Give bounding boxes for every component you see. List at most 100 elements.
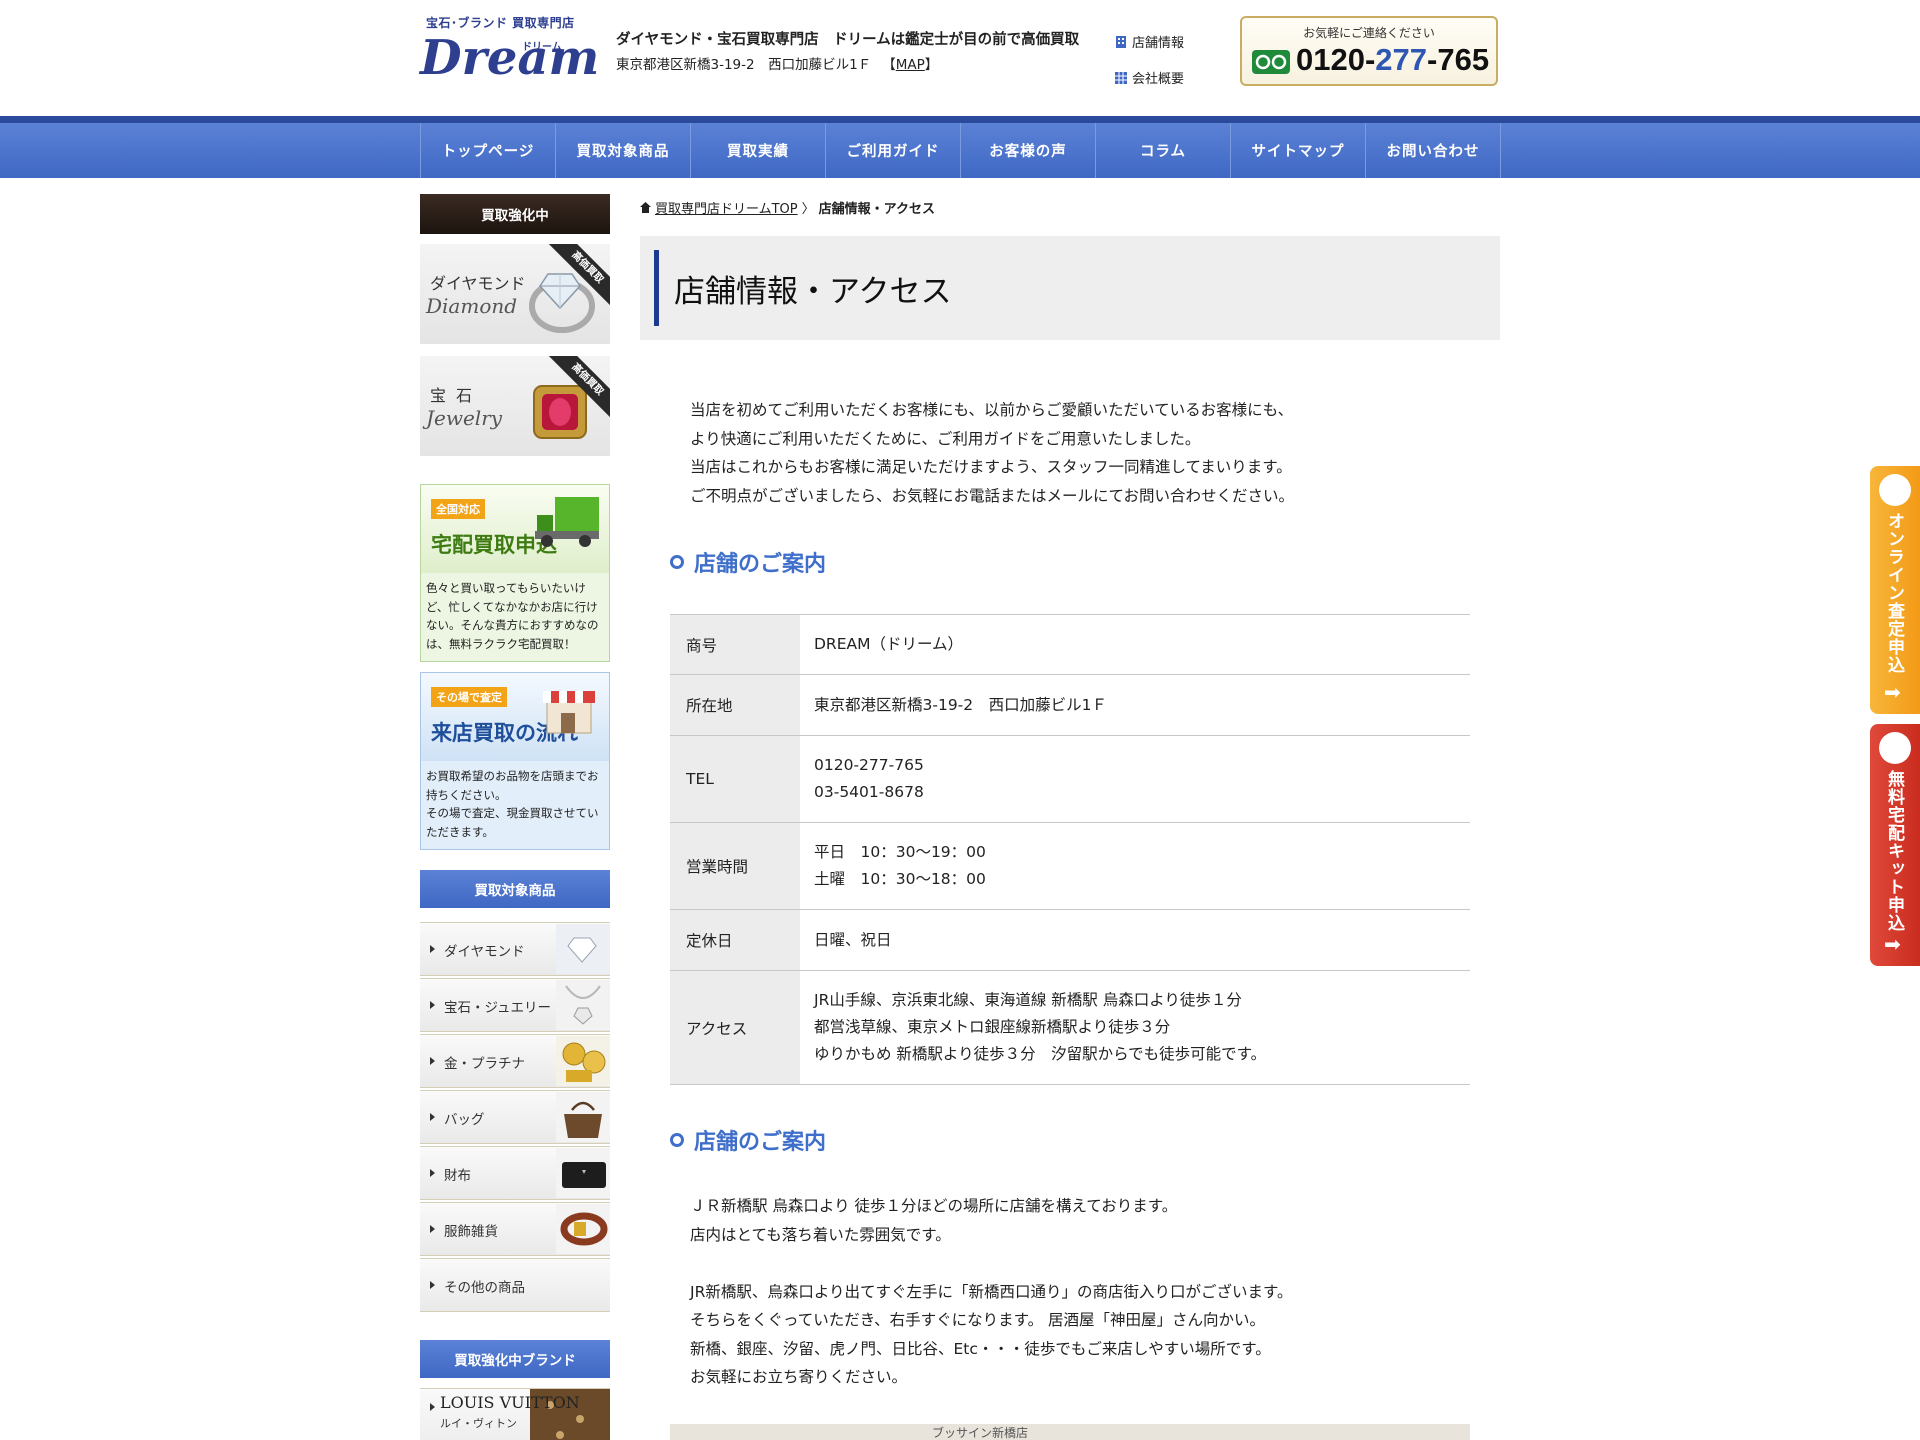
- nav-item-results[interactable]: 買取実績: [691, 123, 826, 178]
- category-accessories[interactable]: 服飾雑貨: [420, 1202, 610, 1256]
- row-label-closed: 定休日: [670, 909, 800, 971]
- visit-purchase-box[interactable]: その場で査定 来店買取の流れ お買取希望のお品物を店頭までお持ちください。 その…: [420, 672, 610, 850]
- necklace-thumb-icon: [556, 980, 610, 1030]
- sidebar-heading-brands: 買取強化中ブランド: [420, 1340, 610, 1378]
- online-appraisal-label: オンライン査定申込: [1884, 512, 1904, 674]
- delivery-description: 色々と買い取ってもらいたいけど、忙しくてなかなかお店に行けない。そんな貴方におす…: [426, 581, 599, 651]
- access-desc-line: 店内はとても落ち着いた雰囲気です。: [690, 1225, 951, 1244]
- bracelet-thumb-icon: [556, 1204, 610, 1254]
- category-label: バッグ: [444, 1112, 485, 1128]
- visit-tag: その場で査定: [431, 687, 507, 707]
- arrow-right-icon: [430, 1057, 435, 1065]
- intro-text: 当店を初めてご利用いただくお客様にも、以前からご愛顧いただいているお客様にも、 …: [690, 396, 1294, 510]
- category-label: 金・プラチナ: [444, 1056, 525, 1072]
- breadcrumb-home[interactable]: 買取専門店ドリームTOP: [655, 198, 798, 217]
- tel-freedial[interactable]: 0120-277-765: [814, 752, 1470, 779]
- map-bracket-open: 【: [889, 57, 896, 73]
- diamond-ring-icon: [529, 273, 595, 333]
- promo-jewelry-jp: 宝石: [430, 386, 483, 405]
- brand-name: LOUIS VUITTON: [440, 1393, 580, 1412]
- table-row: 営業時間 平日 10：30〜19：00 土曜 10：30〜18：00: [670, 822, 1470, 910]
- breadcrumb-separator: 〉: [801, 202, 815, 217]
- row-label-access: アクセス: [670, 970, 800, 1085]
- map-place-label: ブッサイン新橋店: [932, 1426, 1029, 1440]
- phone-note: お気軽にご連絡ください: [1303, 26, 1435, 40]
- site-header: 宝石･ブランド 買取専門店 Dream ドリーム ダイヤモンド・宝石買取専門店 …: [0, 0, 1920, 116]
- nav-top-border: [0, 116, 1920, 123]
- category-jewelry[interactable]: 宝石・ジュエリー: [420, 978, 610, 1032]
- access-desc-line: お気軽にお立ち寄りください。: [690, 1368, 908, 1386]
- intro-line: 当店を初めてご利用いただくお客様にも、以前からご愛顧いただいているお客様にも、: [690, 401, 1294, 419]
- delivery-tag: 全国対応: [431, 499, 485, 519]
- access-line: ゆりかもめ 新橋駅より徒歩３分 汐留駅からでも徒歩可能です。: [814, 1045, 1267, 1063]
- free-kit-label: 無料宅配キット申込: [1884, 770, 1904, 932]
- access-desc-line: ＪＲ新橋駅 烏森口より 徒歩１分ほどの場所に店舗を構えております。: [690, 1197, 1178, 1215]
- nav-item-contact[interactable]: お問い合わせ: [1366, 123, 1501, 178]
- row-label-address: 所在地: [670, 674, 800, 736]
- breadcrumb-current: 店舗情報・アクセス: [818, 202, 935, 217]
- free-kit-tab[interactable]: 無料宅配キット申込 ➡: [1870, 724, 1920, 966]
- category-bag[interactable]: バッグ: [420, 1090, 610, 1144]
- access-description: ＪＲ新橋駅 烏森口より 徒歩１分ほどの場所に店舗を構えております。 店内はとても…: [690, 1192, 1292, 1392]
- box-icon: [1879, 732, 1911, 764]
- section-heading-store-guide: 店舗のご案内: [670, 1124, 826, 1156]
- brand-louis-vuitton[interactable]: LOUIS VUITTON ルイ・ヴィトン: [420, 1388, 610, 1440]
- category-label: 服飾雑貨: [444, 1224, 498, 1240]
- nav-item-voice[interactable]: お客様の声: [961, 123, 1096, 178]
- phone-part-3: -765: [1427, 42, 1490, 77]
- row-value-tel: 0120-277-765 03-5401-8678: [800, 736, 1470, 823]
- category-other[interactable]: その他の商品: [420, 1258, 610, 1312]
- store-info-label: 店舗情報: [1132, 36, 1185, 51]
- circle-bullet-icon: [670, 555, 684, 569]
- promo-jewelry[interactable]: 宝石 Jewelry 高価買取: [420, 356, 610, 456]
- row-value-name: DREAM（ドリーム）: [814, 635, 964, 653]
- phone-number: 0120-277-765: [1296, 42, 1489, 78]
- category-label: ダイヤモンド: [444, 944, 525, 960]
- grid-icon: [1115, 71, 1127, 84]
- delivery-purchase-box[interactable]: 全国対応 宅配買取申込 色々と買い取ってもらいたいけど、忙しくてなかなかお店に行…: [420, 484, 610, 662]
- sidebar-heading-items: 買取対象商品: [420, 870, 610, 908]
- category-list: ダイヤモンド 宝石・ジュエリー 金・プラチナ バッグ 財布 服飾雑貨 その他の商…: [420, 922, 610, 1314]
- intro-line: 当店はこれからもお客様に満足いただけますよう、スタッフ一同精進してまいります。: [690, 458, 1292, 476]
- store-map[interactable]: ブッサイン新橋店: [670, 1424, 1470, 1440]
- arrow-right-icon: ➡: [1884, 680, 1901, 704]
- promo-jewelry-en: Jewelry: [426, 406, 503, 430]
- phone-part-1: 0120-: [1296, 42, 1376, 77]
- row-value-closed: 日曜、祝日: [814, 930, 892, 949]
- table-row: アクセス JR山手線、京浜東北線、東海道線 新橋駅 烏森口より徒歩１分 都営浅草…: [670, 970, 1470, 1085]
- logo-wordmark: Dream: [420, 30, 600, 86]
- nav-list: トップページ 買取対象商品 買取実績 ご利用ガイド お客様の声 コラム サイトマ…: [420, 123, 1501, 178]
- row-value-access: JR山手線、京浜東北線、東海道線 新橋駅 烏森口より徒歩１分 都営浅草線、東京メ…: [800, 971, 1470, 1085]
- tel-local[interactable]: 03-5401-8678: [814, 779, 1470, 806]
- map-link[interactable]: MAP: [896, 57, 925, 73]
- home-icon: [640, 202, 651, 213]
- nav-item-products[interactable]: 買取対象商品: [556, 123, 691, 178]
- nav-item-guide[interactable]: ご利用ガイド: [826, 123, 961, 178]
- category-gold-platinum[interactable]: 金・プラチナ: [420, 1034, 610, 1088]
- access-desc-line: JR新橋駅、烏森口より出てすぐ左手に「新橋西口通り」の商店街入り口がございます。: [690, 1282, 1293, 1301]
- nav-item-column[interactable]: コラム: [1096, 123, 1231, 178]
- promo-diamond[interactable]: ダイヤモンド Diamond 高価買取: [420, 244, 610, 344]
- sidebar-heading-strong: 買取強化中: [420, 194, 610, 234]
- truck-icon: [535, 497, 599, 547]
- site-logo[interactable]: 宝石･ブランド 買取専門店 Dream ドリーム: [418, 14, 599, 84]
- table-row: 所在地 東京都港区新橋3-19-2 西口加藤ビル1Ｆ: [670, 674, 1470, 736]
- category-label: 財布: [444, 1168, 471, 1184]
- nav-item-sitemap[interactable]: サイトマップ: [1231, 123, 1366, 178]
- category-diamond[interactable]: ダイヤモンド: [420, 922, 610, 976]
- store-info-link[interactable]: 店舗情報: [1114, 32, 1184, 51]
- phone-box[interactable]: お気軽にご連絡ください 0120-277-765: [1240, 16, 1498, 86]
- access-desc-line: 新橋、銀座、汐留、虎ノ門、日比谷、Etc・・・徒歩でもご来店しやすい場所です。: [690, 1339, 1271, 1358]
- building-icon: [1116, 35, 1126, 48]
- company-link[interactable]: 会社概要: [1114, 68, 1184, 87]
- arrow-right-icon: [430, 1113, 435, 1121]
- nav-item-top[interactable]: トップページ: [421, 123, 556, 178]
- intro-line: より快適にご利用いただくために、ご利用ガイドをご用意いたしました。: [690, 429, 1201, 448]
- title-accent-bar: [654, 250, 659, 326]
- diamond-thumb-icon: [556, 924, 610, 974]
- category-wallet[interactable]: 財布: [420, 1146, 610, 1200]
- section-heading-store-info: 店舗のご案内: [670, 546, 826, 578]
- row-value-hours: 平日 10：30〜19：00 土曜 10：30〜18：00: [800, 823, 1470, 910]
- online-appraisal-tab[interactable]: オンライン査定申込 ➡: [1870, 466, 1920, 714]
- table-row: 定休日 日曜、祝日: [670, 909, 1470, 971]
